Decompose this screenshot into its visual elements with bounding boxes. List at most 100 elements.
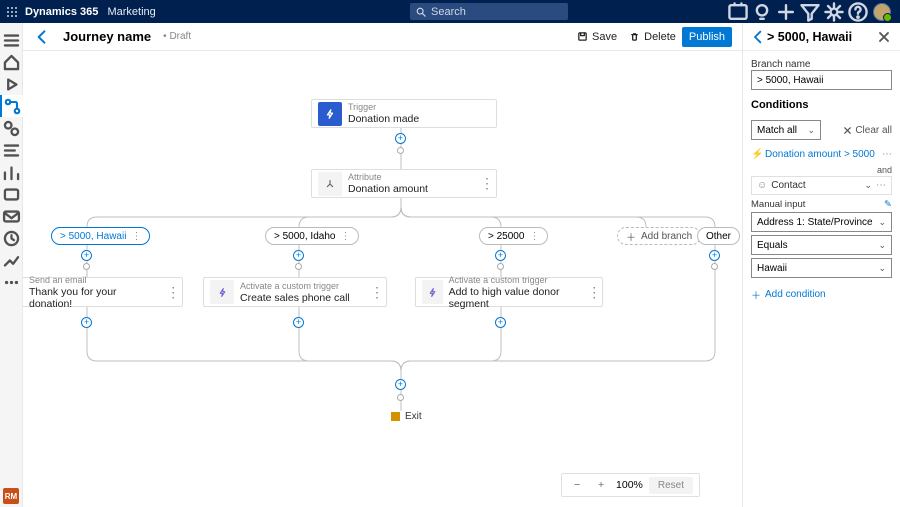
global-search[interactable]: Search bbox=[410, 3, 568, 20]
add-step-button[interactable]: + bbox=[81, 317, 92, 328]
delete-button[interactable]: Delete bbox=[623, 28, 682, 46]
assistant-icon[interactable] bbox=[726, 0, 750, 23]
add-branch-button[interactable]: ＋Add branch bbox=[617, 227, 701, 245]
branch-pill-3[interactable]: > 25000⋮ bbox=[479, 227, 548, 245]
operator-select[interactable]: Equals⌄ bbox=[751, 235, 892, 255]
add-step-button[interactable]: + bbox=[709, 250, 720, 261]
panel-back-button[interactable] bbox=[751, 29, 767, 45]
settings-icon[interactable] bbox=[822, 0, 846, 23]
flag-icon bbox=[391, 412, 400, 421]
publish-button[interactable]: Publish bbox=[682, 27, 732, 47]
branch-pill-2[interactable]: > 5000, Idaho⋮ bbox=[265, 227, 359, 245]
brand-module: Marketing bbox=[107, 6, 155, 18]
nav-journeys-icon[interactable] bbox=[0, 95, 23, 117]
trigger-node-2[interactable]: Activate a custom triggerCreate sales ph… bbox=[203, 277, 387, 307]
properties-panel: > 5000, Hawaii Branch name Conditions Ma… bbox=[742, 23, 900, 507]
condition-more-icon[interactable]: ⋯ bbox=[876, 180, 886, 191]
help-icon[interactable] bbox=[846, 0, 870, 23]
node-more-button[interactable]: ⋮ bbox=[478, 175, 496, 192]
connector-dot bbox=[397, 394, 404, 401]
trigger-node[interactable]: TriggerDonation made bbox=[311, 99, 497, 128]
connector-dot bbox=[711, 263, 718, 270]
field-select[interactable]: Address 1: State/Province⌄ bbox=[751, 212, 892, 232]
lightning-icon bbox=[217, 287, 228, 298]
node-more-button[interactable]: ⋮ bbox=[587, 284, 602, 301]
left-nav: RM bbox=[0, 23, 23, 507]
exit-node: Exit bbox=[391, 411, 422, 422]
panel-title: > 5000, Hawaii bbox=[767, 30, 876, 44]
nav-hamburger-icon[interactable] bbox=[0, 29, 23, 51]
branch-pill-other[interactable]: Other bbox=[697, 227, 740, 245]
branch-name-input[interactable] bbox=[751, 70, 892, 90]
connector-dot bbox=[497, 263, 504, 270]
zoom-out-button[interactable]: − bbox=[568, 476, 586, 494]
nav-card-icon[interactable] bbox=[0, 183, 23, 205]
back-button[interactable] bbox=[33, 27, 53, 47]
and-label: and bbox=[751, 164, 892, 176]
add-step-button[interactable]: + bbox=[495, 250, 506, 261]
branch-pill-1[interactable]: > 5000, Hawaii⋮ bbox=[51, 227, 150, 245]
journey-canvas[interactable]: TriggerDonation made + AttributeDonation… bbox=[23, 51, 742, 507]
idea-icon[interactable] bbox=[750, 0, 774, 23]
app-launcher-icon[interactable] bbox=[0, 0, 23, 23]
add-step-button[interactable]: + bbox=[495, 317, 506, 328]
condition-row-2[interactable]: ☺ Contact ⌄ ⋯ bbox=[751, 176, 892, 195]
match-select[interactable]: Match all⌄ bbox=[751, 120, 821, 140]
conditions-heading: Conditions bbox=[751, 99, 892, 111]
nav-analytics-icon[interactable] bbox=[0, 161, 23, 183]
nav-home-icon[interactable] bbox=[0, 51, 23, 73]
pill-more-icon[interactable]: ⋮ bbox=[340, 231, 350, 242]
clear-all-button[interactable]: Clear all bbox=[843, 125, 892, 136]
branch-icon bbox=[324, 178, 336, 190]
add-condition-button[interactable]: ＋Add condition bbox=[751, 287, 892, 302]
lightning-icon bbox=[427, 287, 438, 298]
add-step-button[interactable]: + bbox=[293, 317, 304, 328]
nav-mail-icon[interactable] bbox=[0, 205, 23, 227]
condition-row-1[interactable]: ⚡ Donation amount > 5000 ⋯ bbox=[751, 149, 892, 164]
connector-dot bbox=[397, 147, 404, 154]
add-step-button[interactable]: + bbox=[395, 379, 406, 390]
zoom-in-button[interactable]: + bbox=[592, 476, 610, 494]
branch-name-label: Branch name bbox=[751, 59, 892, 70]
zoom-reset-button[interactable]: Reset bbox=[649, 477, 693, 494]
lightning-icon bbox=[324, 108, 336, 120]
manual-input-label: Manual input bbox=[751, 199, 805, 210]
lightning-icon: ⚡ bbox=[751, 149, 761, 160]
pill-more-icon[interactable]: ⋮ bbox=[529, 231, 539, 242]
panel-close-button[interactable] bbox=[876, 29, 892, 45]
attribute-node[interactable]: AttributeDonation amount ⋮ bbox=[311, 169, 497, 198]
node-more-button[interactable]: ⋮ bbox=[368, 284, 386, 301]
node-more-button[interactable]: ⋮ bbox=[165, 284, 182, 301]
add-step-button[interactable]: + bbox=[395, 133, 406, 144]
nav-more-icon[interactable] bbox=[0, 271, 23, 293]
zoom-toolbar: − + 100% Reset bbox=[561, 473, 700, 497]
add-step-button[interactable]: + bbox=[293, 250, 304, 261]
search-icon bbox=[416, 7, 426, 17]
user-avatar[interactable] bbox=[870, 0, 894, 23]
condition-more-icon[interactable]: ⋯ bbox=[882, 149, 892, 160]
status-badge: Draft bbox=[163, 31, 191, 42]
nav-insights-icon[interactable] bbox=[0, 249, 23, 271]
nav-clock-icon[interactable] bbox=[0, 227, 23, 249]
search-placeholder: Search bbox=[431, 6, 466, 18]
value-select[interactable]: Hawaii⌄ bbox=[751, 258, 892, 278]
email-node[interactable]: Send an emailThank you for your donation… bbox=[23, 277, 183, 307]
save-button[interactable]: Save bbox=[571, 28, 623, 46]
nav-persona[interactable]: RM bbox=[0, 485, 23, 507]
nav-segments-icon[interactable] bbox=[0, 117, 23, 139]
app-title: Dynamics 365 Marketing bbox=[25, 6, 156, 18]
page-header: Journey name Draft Save Delete Publish bbox=[23, 23, 742, 51]
filter-icon[interactable] bbox=[798, 0, 822, 23]
add-icon[interactable] bbox=[774, 0, 798, 23]
brand-name: Dynamics 365 bbox=[25, 6, 98, 18]
zoom-level: 100% bbox=[616, 479, 643, 491]
nav-forms-icon[interactable] bbox=[0, 139, 23, 161]
trigger-node-3[interactable]: Activate a custom triggerAdd to high val… bbox=[415, 277, 603, 307]
nav-play-icon[interactable] bbox=[0, 73, 23, 95]
pill-more-icon[interactable]: ⋮ bbox=[131, 231, 141, 242]
connector-dot bbox=[83, 263, 90, 270]
edit-icon[interactable]: ✎ bbox=[884, 199, 892, 210]
connector-dot bbox=[295, 263, 302, 270]
contact-icon: ☺ bbox=[757, 180, 767, 191]
add-step-button[interactable]: + bbox=[81, 250, 92, 261]
